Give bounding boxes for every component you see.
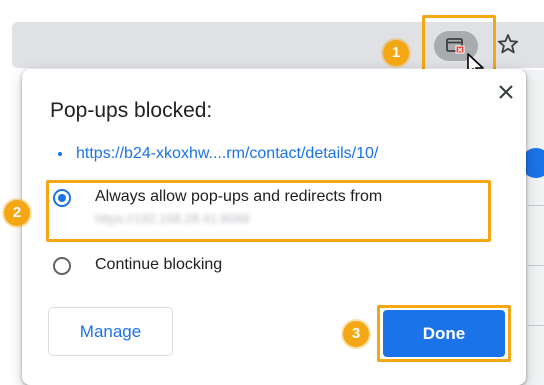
radio-continue-blocking[interactable] [53, 257, 71, 275]
radio-always-allow[interactable] [53, 189, 71, 207]
option-continue-blocking-label[interactable]: Continue blocking [95, 256, 222, 274]
page-divider [528, 265, 544, 266]
step-badge-2: 2 [4, 200, 30, 226]
page-divider [528, 325, 544, 326]
page-divider [528, 205, 544, 206]
close-icon[interactable] [497, 83, 515, 101]
option-always-allow-label[interactable]: Always allow pop-ups and redirects from [95, 188, 382, 206]
dialog-title: Pop-ups blocked: [50, 99, 213, 122]
blocked-popup-link[interactable]: https://b24-xkoxhw....rm/contact/details… [76, 145, 378, 163]
allowed-site-url: https://192.168.28.41:8088 [95, 211, 250, 226]
step-badge-1: 1 [383, 40, 409, 66]
list-bullet [58, 152, 62, 156]
done-button[interactable]: Done [383, 310, 505, 357]
manage-button[interactable]: Manage [48, 307, 173, 356]
step-badge-3: 3 [343, 321, 369, 347]
star-icon[interactable] [496, 32, 520, 56]
